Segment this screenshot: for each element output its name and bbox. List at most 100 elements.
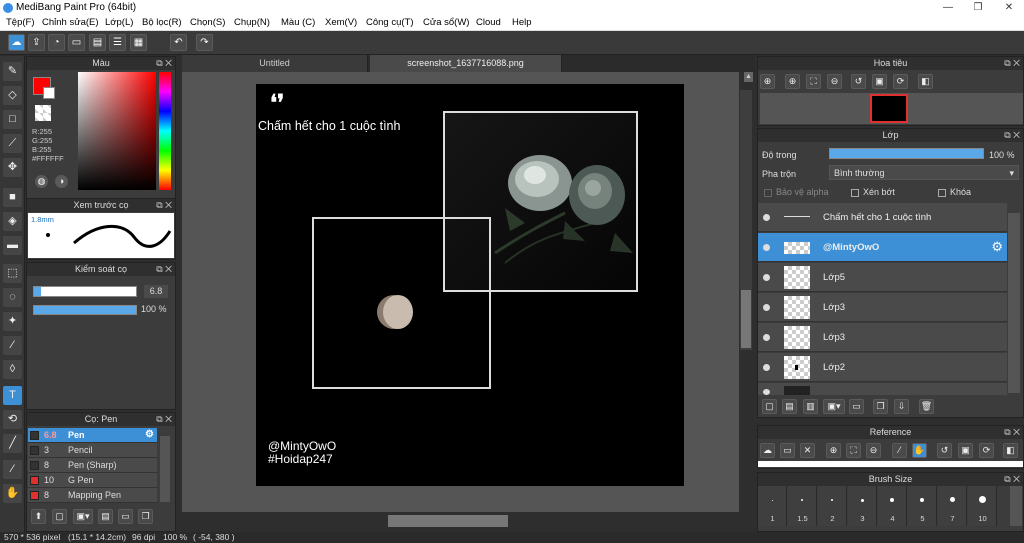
tab-untitled[interactable]: Untitled (182, 55, 368, 72)
color-history-icon[interactable]: ◑ (55, 175, 68, 188)
brush-item-g-pen[interactable]: 10 G Pen (28, 473, 157, 488)
brush-size-cell[interactable]: 5 (908, 486, 937, 526)
brush-list-scrollbar[interactable] (160, 436, 170, 502)
layer-folder-icon[interactable]: ▭ (849, 399, 864, 414)
panel-close-icon[interactable]: ⧉ ✕ (1004, 129, 1020, 142)
menu-tools[interactable]: Công cụ(T) (366, 17, 414, 28)
visibility-icon[interactable] (763, 214, 770, 221)
menu-cloud[interactable]: Cloud (476, 17, 501, 28)
visibility-icon[interactable] (763, 304, 770, 311)
cloud-icon[interactable]: ☁ (8, 34, 25, 51)
dot-tool-icon[interactable]: ⟋ (3, 134, 22, 153)
reference-fit-icon[interactable]: ⛶ (846, 443, 861, 458)
reference-zoom-out-icon[interactable]: ⊖ (866, 443, 881, 458)
text-tool-icon[interactable]: T (3, 386, 22, 405)
palette-icon[interactable]: ◍ (35, 175, 48, 188)
panel-close-icon[interactable]: ⧉ ✕ (1004, 473, 1020, 486)
new-8bit-layer-icon[interactable]: ▥ (803, 399, 818, 414)
brush-item-pen[interactable]: 6.8 Pen ⚙ (28, 428, 157, 443)
layer-row-partial[interactable] (758, 383, 1007, 395)
gear-icon[interactable]: ⚙ (991, 239, 1003, 255)
add-brush-icon[interactable]: ⬆ (31, 509, 46, 524)
lasso-tool-icon[interactable]: ◌ (3, 288, 22, 307)
upload-icon[interactable]: ⇪ (28, 34, 45, 51)
hand-tool-icon[interactable]: ✋ (3, 484, 22, 503)
rotate-icon[interactable]: ⟳ (893, 74, 908, 89)
clipping-checkbox[interactable]: Xén bớt (851, 187, 895, 197)
divide-tool-icon[interactable]: ╱ (3, 434, 22, 453)
new-layer-icon[interactable]: ▢ (762, 399, 777, 414)
saturation-value-picker[interactable] (78, 72, 156, 190)
navigator-preview[interactable] (760, 93, 1023, 124)
brush-size-cell[interactable]: 2 (818, 486, 847, 526)
select-rect-tool-icon[interactable]: ⬚ (3, 264, 22, 283)
fit-icon[interactable]: ⛶ (806, 74, 821, 89)
background-color-swatch[interactable] (43, 87, 55, 99)
layer-scrollbar[interactable] (1008, 213, 1020, 393)
layer-row-selected[interactable]: @MintyOwO ⚙ (758, 233, 1007, 262)
select-pen-tool-icon[interactable]: ⁄ (3, 336, 22, 355)
reference-flip-icon[interactable]: ◧ (1003, 443, 1018, 458)
menu-file[interactable]: Tệp(F) (6, 17, 35, 28)
blend-mode-select[interactable]: Bình thường ▾ (829, 165, 1019, 180)
folder-icon[interactable]: ▭ (118, 509, 133, 524)
reference-rotate-left-icon[interactable]: ↺ (937, 443, 952, 458)
flip-icon[interactable]: ◧ (918, 74, 933, 89)
brush-item-mapping-pen[interactable]: 8 Mapping Pen (28, 488, 157, 503)
brush-size-cell[interactable]: 7 (938, 486, 967, 526)
reference-eyedropper-icon[interactable]: ⁄ (892, 443, 907, 458)
brush-tool-icon[interactable]: ✎ (3, 62, 22, 81)
fit-screen-icon[interactable]: ▣ (872, 74, 887, 89)
rotate-left-icon[interactable]: ↺ (851, 74, 866, 89)
zoom-in-alt-icon[interactable]: ⊕ (785, 74, 800, 89)
eyedropper-tool-icon[interactable]: ⁄ (3, 460, 22, 479)
vertical-scrollbar[interactable] (740, 90, 752, 350)
brush-menu-icon[interactable]: ▣▾ (73, 509, 93, 524)
menu-layer[interactable]: Lớp(L) (105, 17, 133, 28)
eraser-tool-icon[interactable]: ◇ (3, 86, 22, 105)
document-canvas[interactable]: ❛❜ Chấm hết cho 1 cuộc tình @MintyOwO #H… (256, 84, 684, 486)
menu-view[interactable]: Xem(V) (325, 17, 357, 28)
select-eraser-tool-icon[interactable]: ◊ (3, 360, 22, 379)
menu-filter[interactable]: Bộ lọc(R) (142, 17, 182, 28)
move-tool-icon[interactable]: ✥ (3, 158, 22, 177)
panel-close-icon[interactable]: ⧉ ✕ (156, 263, 172, 276)
brush-size-cell[interactable]: 1 (758, 486, 787, 526)
layer-row[interactable]: Chấm hết cho 1 cuộc tình (758, 203, 1007, 232)
panel-close-icon[interactable]: ⧉ ✕ (156, 57, 172, 70)
brush-opacity-slider[interactable] (33, 305, 137, 315)
minimize-button[interactable]: — (933, 0, 963, 15)
visibility-icon[interactable] (763, 244, 770, 251)
lock-checkbox[interactable]: Khóa (938, 187, 971, 197)
menu-window[interactable]: Cửa sổ(W) (423, 17, 469, 28)
brush-item-pencil[interactable]: 3 Pencil (28, 443, 157, 458)
menu-snap[interactable]: Chụp(N) (234, 17, 270, 28)
reference-fit-screen-icon[interactable]: ▣ (958, 443, 973, 458)
rect-tool-icon[interactable]: □ (3, 110, 22, 129)
visibility-icon[interactable] (763, 334, 770, 341)
list-icon[interactable]: ☰ (109, 34, 126, 51)
delete-layer-icon[interactable]: 🗑 (919, 399, 934, 414)
duplicate-icon[interactable]: ❐ (138, 509, 153, 524)
brush-size-cell[interactable]: 4 (878, 486, 907, 526)
zoom-in-icon[interactable]: ⊕ (760, 74, 775, 89)
layer-menu-icon[interactable]: ▣▾ (823, 399, 845, 414)
comment-icon[interactable]: ◔ (48, 34, 65, 51)
brush-size-cell[interactable]: 3 (848, 486, 877, 526)
duplicate-layer-icon[interactable]: ❐ (873, 399, 888, 414)
redo-icon[interactable]: ↷ (196, 34, 213, 51)
new-halftone-layer-icon[interactable]: ▤ (782, 399, 797, 414)
visibility-icon[interactable] (763, 274, 770, 281)
reference-zoom-in-icon[interactable]: ⊕ (826, 443, 841, 458)
grid-icon[interactable]: ▦ (130, 34, 147, 51)
operation-tool-icon[interactable]: ⟲ (3, 410, 22, 429)
gradient-tool-icon[interactable]: ▬ (3, 236, 22, 255)
scroll-up-arrow-icon[interactable]: ▲ (744, 72, 753, 82)
protect-alpha-checkbox[interactable]: Bảo vệ alpha (764, 187, 829, 197)
layer-row[interactable]: Lớp2 (758, 353, 1007, 382)
tab-screenshot[interactable]: screenshot_1637716088.png (370, 55, 562, 72)
reference-hand-icon[interactable]: ✋ (912, 443, 927, 458)
merge-layer-icon[interactable]: ⇩ (894, 399, 909, 414)
brush-settings-icon[interactable]: ▤ (98, 509, 113, 524)
horizontal-scrollbar[interactable] (182, 512, 739, 532)
